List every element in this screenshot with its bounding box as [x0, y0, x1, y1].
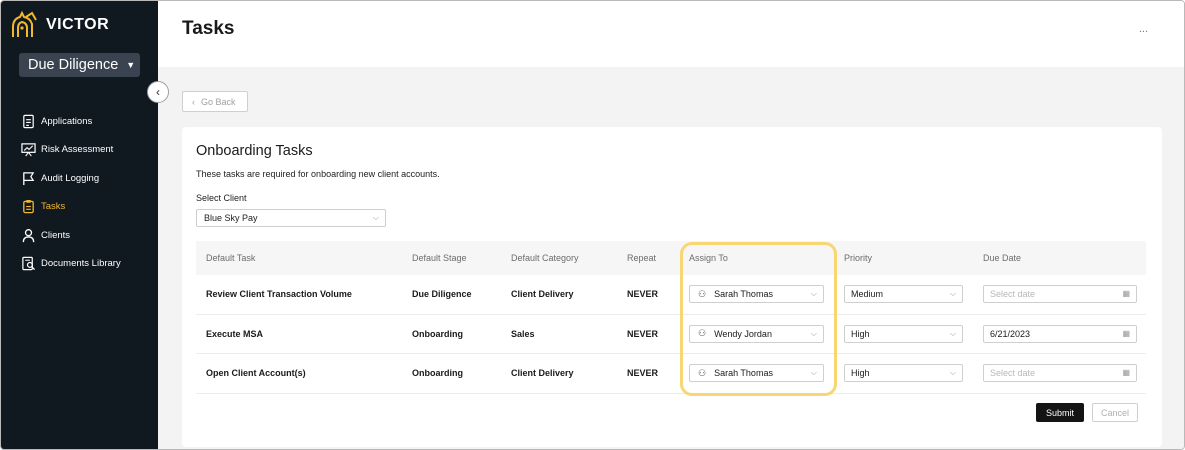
- card-description: These tasks are required for onboarding …: [196, 169, 440, 179]
- priority-select[interactable]: High ⌵: [844, 364, 963, 382]
- table-row: Review Client Transaction Volume Due Dil…: [196, 275, 1146, 315]
- priority-select[interactable]: Medium ⌵: [844, 285, 963, 303]
- project-selector[interactable]: Due Diligence ▼: [19, 53, 140, 77]
- user-icon: [20, 227, 36, 243]
- chevron-down-icon: ⌵: [949, 328, 956, 338]
- task-name: Execute MSA: [206, 328, 264, 339]
- project-selected: Due Diligence: [28, 57, 119, 73]
- user-icon: ⚇: [698, 288, 707, 299]
- assign-to-value: Wendy Jordan: [714, 328, 772, 339]
- sidebar-item-label: Applications: [41, 115, 93, 127]
- document-search-icon: [20, 256, 36, 272]
- onboarding-tasks-card: Onboarding Tasks These tasks are require…: [182, 127, 1162, 447]
- sidebar-item-clients[interactable]: Clients: [20, 221, 121, 250]
- task-stage: Onboarding: [412, 368, 463, 378]
- user-icon: ⚇: [698, 328, 707, 338]
- task-stage: Onboarding: [412, 328, 463, 339]
- chevron-down-icon: ⌵: [949, 289, 956, 298]
- task-repeat: NEVER: [627, 368, 659, 378]
- priority-value: Medium: [851, 289, 884, 299]
- chevron-left-icon: ‹: [156, 85, 160, 99]
- sidebar-item-applications[interactable]: Applications: [20, 107, 121, 136]
- sidebar-item-risk-assessment[interactable]: Risk Assessment: [20, 136, 121, 165]
- column-header-stage: Default Stage: [412, 253, 467, 263]
- client-select[interactable]: Blue Sky Pay ⌵: [196, 209, 386, 227]
- submit-button[interactable]: Submit: [1036, 403, 1084, 422]
- assign-to-select[interactable]: ⚇ Sarah Thomas ⌵: [689, 364, 824, 382]
- app-window: VICTOR Due Diligence ▼ Applications Risk…: [0, 0, 1185, 450]
- top-bar: Tasks ...: [158, 1, 1184, 67]
- column-header-assign-to: Assign To: [689, 253, 728, 263]
- due-date-input[interactable]: Select date ▦: [983, 285, 1137, 303]
- sidebar-item-label: Audit Logging: [41, 172, 100, 184]
- table-header: Default Task Default Stage Default Categ…: [196, 241, 1146, 275]
- logo[interactable]: VICTOR: [10, 11, 109, 39]
- caret-down-icon: ▼: [126, 60, 136, 70]
- user-icon: ⚇: [698, 367, 707, 378]
- document-icon: [20, 113, 36, 129]
- task-category: Client Delivery: [511, 368, 574, 378]
- due-date-value: 6/21/2023: [990, 328, 1031, 339]
- assign-to-value: Sarah Thomas: [714, 289, 773, 299]
- presentation-chart-icon: [20, 142, 36, 158]
- priority-value: High: [851, 328, 870, 339]
- calendar-icon: ▦: [1122, 368, 1130, 377]
- chevron-down-icon: ⌵: [810, 289, 817, 298]
- assign-to-value: Sarah Thomas: [714, 368, 773, 378]
- task-category: Sales: [511, 328, 535, 339]
- task-repeat: NEVER: [627, 328, 659, 339]
- assign-to-select[interactable]: ⚇ Sarah Thomas ⌵: [689, 285, 824, 303]
- sidebar-item-label: Clients: [41, 229, 71, 241]
- task-category: Client Delivery: [511, 289, 574, 299]
- logo-icon: [12, 11, 37, 37]
- task-name: Review Client Transaction Volume: [206, 289, 352, 299]
- task-repeat: NEVER: [627, 289, 659, 299]
- priority-select[interactable]: High ⌵: [844, 324, 963, 343]
- main-content: Tasks ... ‹ Go Back Onboarding Tasks The…: [158, 1, 1184, 449]
- task-stage: Due Diligence: [412, 289, 472, 299]
- cancel-button[interactable]: Cancel: [1092, 403, 1138, 422]
- sidebar-item-label: Documents Library: [41, 258, 121, 270]
- brand-name: VICTOR: [46, 16, 110, 33]
- tasks-table: Default Task Default Stage Default Categ…: [196, 241, 1146, 394]
- clipboard-icon: [20, 199, 36, 215]
- select-client-label: Select Client: [196, 193, 247, 203]
- go-back-label: Go Back: [201, 96, 236, 107]
- calendar-icon: ▦: [1122, 289, 1130, 298]
- chevron-down-icon: ⌵: [372, 213, 379, 222]
- client-select-value: Blue Sky Pay: [204, 213, 258, 223]
- more-options-button[interactable]: ...: [1139, 23, 1148, 35]
- page-title: Tasks: [182, 18, 235, 39]
- table-row: Open Client Account(s) Onboarding Client…: [196, 354, 1146, 394]
- sidebar-item-audit-logging[interactable]: Audit Logging: [20, 164, 121, 193]
- due-date-placeholder: Select date: [990, 368, 1036, 378]
- card-title: Onboarding Tasks: [196, 143, 313, 159]
- column-header-repeat: Repeat: [627, 253, 657, 263]
- sidebar-item-label: Risk Assessment: [41, 144, 114, 156]
- chevron-left-icon: ‹: [192, 96, 195, 107]
- task-name: Open Client Account(s): [206, 368, 306, 378]
- column-header-category: Default Category: [511, 253, 579, 263]
- sidebar: VICTOR Due Diligence ▼ Applications Risk…: [1, 1, 158, 449]
- sidebar-nav: Applications Risk Assessment Audit Loggi…: [20, 107, 121, 278]
- sidebar-item-label: Tasks: [41, 201, 66, 213]
- assign-to-select[interactable]: ⚇ Wendy Jordan ⌵: [689, 324, 824, 343]
- column-header-priority: Priority: [844, 253, 873, 263]
- due-date-input[interactable]: Select date ▦: [983, 364, 1137, 382]
- due-date-placeholder: Select date: [990, 289, 1036, 299]
- table-row: Execute MSA Onboarding Sales NEVER ⚇ Wen…: [196, 315, 1146, 354]
- column-header-task: Default Task: [206, 253, 256, 263]
- chevron-down-icon: ⌵: [810, 368, 817, 377]
- chevron-down-icon: ⌵: [949, 368, 956, 377]
- collapse-sidebar-button[interactable]: ‹: [147, 81, 169, 103]
- chevron-down-icon: ⌵: [810, 328, 817, 338]
- priority-value: High: [851, 368, 870, 378]
- calendar-icon: ▦: [1122, 328, 1130, 338]
- go-back-button[interactable]: ‹ Go Back: [182, 91, 248, 112]
- column-header-due-date: Due Date: [983, 253, 1022, 263]
- sidebar-item-documents-library[interactable]: Documents Library: [20, 250, 121, 279]
- sidebar-item-tasks[interactable]: Tasks: [20, 193, 121, 222]
- flag-icon: [20, 170, 36, 186]
- due-date-input[interactable]: 6/21/2023 ▦: [983, 324, 1137, 343]
